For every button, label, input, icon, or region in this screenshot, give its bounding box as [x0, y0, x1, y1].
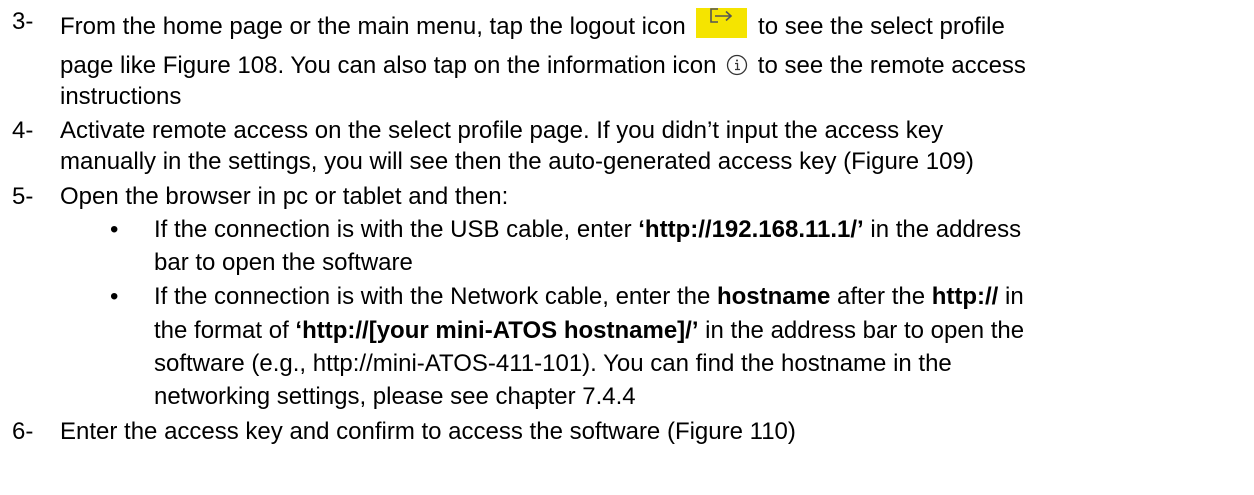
bullet-2-line-2: the format of ‘http://[your mini-ATOS ho…: [154, 317, 1025, 344]
bullet-1-line-1: If the connection is with the USB cable,…: [154, 216, 1022, 243]
step-5-number: 5-: [12, 183, 34, 210]
step-4-line-2: manually in the settings, you will see t…: [60, 148, 974, 175]
step-3-number: 3-: [12, 8, 34, 35]
step-3-line-2: page like Figure 108. You can also tap o…: [60, 52, 1026, 79]
bullet-2-marker: •: [110, 283, 119, 310]
step-4-line-1: Activate remote access on the select pro…: [60, 117, 944, 144]
bullet-1-marker: •: [110, 216, 119, 243]
logout-icon: [696, 8, 748, 38]
info-icon: [726, 54, 748, 76]
step-6-line-1: Enter the access key and confirm to acce…: [60, 418, 796, 445]
step-3-line-1: From the home page or the main menu, tap…: [60, 8, 1005, 41]
step-3-line-3: instructions: [60, 83, 182, 110]
step-4-number: 4-: [12, 117, 34, 144]
bullet-2-line-3: software (e.g., http://mini-ATOS-411-101…: [154, 350, 952, 377]
step-5-line-1: Open the browser in pc or tablet and the…: [60, 183, 509, 210]
bullet-2-line-4: networking settings, please see chapter …: [154, 383, 636, 410]
step-6-number: 6-: [12, 418, 34, 445]
bullet-1-line-2: bar to open the software: [154, 249, 413, 276]
bullet-2-line-1: If the connection is with the Network ca…: [154, 283, 1024, 310]
